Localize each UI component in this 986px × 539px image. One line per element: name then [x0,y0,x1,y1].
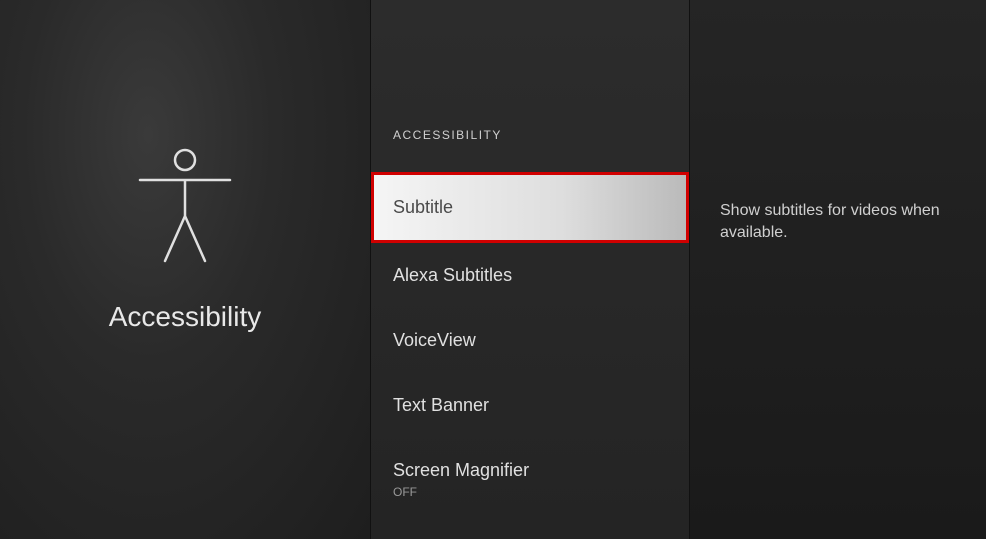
accessibility-icon [135,146,235,271]
menu-item-status: OFF [393,485,667,499]
menu-item-label: Text Banner [393,395,667,416]
left-panel: Accessibility [0,0,370,539]
menu-item-label: Alexa Subtitles [393,265,667,286]
settings-menu: ACCESSIBILITY Subtitle Alexa Subtitles V… [370,0,690,539]
menu-item-voiceview[interactable]: VoiceView [371,308,689,373]
page-title: Accessibility [109,301,261,333]
menu-item-subtitle[interactable]: Subtitle [371,172,689,243]
menu-item-label: VoiceView [393,330,667,351]
menu-item-alexa-subtitles[interactable]: Alexa Subtitles [371,243,689,308]
menu-item-screen-magnifier[interactable]: Screen Magnifier OFF [371,438,689,521]
menu-item-label: Subtitle [393,197,667,218]
description-panel: Show subtitles for videos when available… [690,0,986,539]
section-header: ACCESSIBILITY [371,128,689,142]
menu-item-text-banner[interactable]: Text Banner [371,373,689,438]
menu-item-label: Screen Magnifier [393,460,667,481]
item-description: Show subtitles for videos when available… [720,200,956,245]
